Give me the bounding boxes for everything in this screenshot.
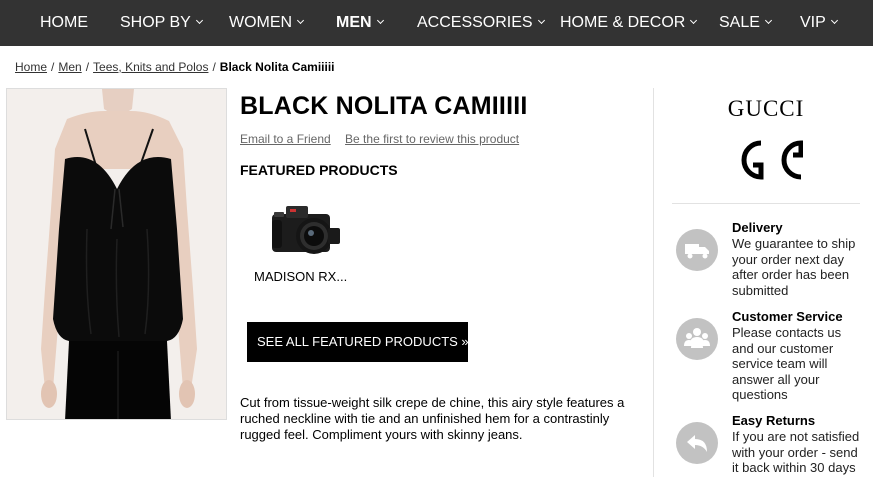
service-title: Delivery xyxy=(732,220,783,235)
nav-item-label: MEN xyxy=(336,14,372,31)
chevron-down-icon xyxy=(830,16,838,25)
email-to-friend-link[interactable]: Email to a Friend xyxy=(240,132,331,146)
truck-icon xyxy=(676,229,718,271)
nav-item-label: VIP xyxy=(800,14,826,31)
breadcrumb: Home / Men / Tees, Knits and Polos / Black Nol… xyxy=(15,60,335,74)
column-divider xyxy=(653,88,654,477)
breadcrumb-home[interactable]: Home xyxy=(15,60,47,74)
nav-item-women[interactable]: WOMEN xyxy=(229,0,305,46)
breadcrumb-current: Black Nolita Camiiiii xyxy=(219,60,335,74)
service-text: If you are not satisfied with your order… xyxy=(732,429,860,477)
chevron-down-icon xyxy=(376,16,384,25)
breadcrumb-separator: / xyxy=(85,60,90,74)
product-description: Cut from tissue-weight silk crepe de chi… xyxy=(240,395,625,442)
nav-item-shop-by[interactable]: SHOP BY xyxy=(120,0,203,46)
chevron-down-icon xyxy=(195,16,203,25)
service-title: Easy Returns xyxy=(732,413,816,428)
featured-products-heading: FEATURED PRODUCTS xyxy=(240,162,398,178)
nav-item-men[interactable]: MEN xyxy=(336,0,384,46)
featured-product-name[interactable]: MADISON RX... xyxy=(254,269,347,284)
breadcrumb-men[interactable]: Men xyxy=(58,60,81,74)
nav-item-accessories[interactable]: ACCESSORIES xyxy=(417,0,545,46)
chevron-down-icon xyxy=(537,16,545,25)
camera-thumbnail[interactable] xyxy=(266,198,346,260)
model-black-cami-photo xyxy=(7,89,226,419)
service-text: Please contacts us and our customer serv… xyxy=(732,325,842,402)
chevron-down-icon xyxy=(690,16,698,25)
nav-item-sale[interactable]: SALE xyxy=(719,0,772,46)
chevron-down-icon xyxy=(764,16,772,25)
product-links: Email to a Friend Be the first to review… xyxy=(240,132,519,146)
main-nav: HOME SHOP BY WOMEN MEN ACCESSORIES HOME … xyxy=(0,0,873,46)
breadcrumb-separator: / xyxy=(212,60,216,74)
users-icon xyxy=(676,318,718,360)
nav-item-home[interactable]: HOME xyxy=(40,0,88,46)
service-title: Customer Service xyxy=(732,309,843,324)
brand-name[interactable]: GUCCI xyxy=(672,96,860,122)
return-arrow-icon xyxy=(676,422,718,464)
nav-item-label: SHOP BY xyxy=(120,14,191,31)
see-all-featured-button[interactable]: SEE ALL FEATURED PRODUCTS » xyxy=(247,322,469,362)
service-text: We guarantee to ship your order next day… xyxy=(732,236,856,298)
nav-item-label: HOME & DECOR xyxy=(560,14,686,31)
chevron-down-icon xyxy=(297,16,305,25)
nav-item-home-decor[interactable]: HOME & DECOR xyxy=(560,0,698,46)
nav-item-label: WOMEN xyxy=(229,14,293,31)
gucci-logo-icon[interactable] xyxy=(731,135,803,185)
nav-item-label: ACCESSORIES xyxy=(417,14,533,31)
nav-item-label: SALE xyxy=(719,14,760,31)
write-review-link[interactable]: Be the first to review this product xyxy=(345,132,519,146)
product-title: BLACK NOLITA CAMIIIII xyxy=(240,92,528,120)
brand-divider xyxy=(672,203,860,204)
product-image[interactable] xyxy=(6,88,227,420)
breadcrumb-separator: / xyxy=(51,60,55,74)
breadcrumb-tees-knits-polos[interactable]: Tees, Knits and Polos xyxy=(93,60,208,74)
nav-item-label: HOME xyxy=(40,14,88,31)
nav-item-vip[interactable]: VIP xyxy=(800,0,838,46)
